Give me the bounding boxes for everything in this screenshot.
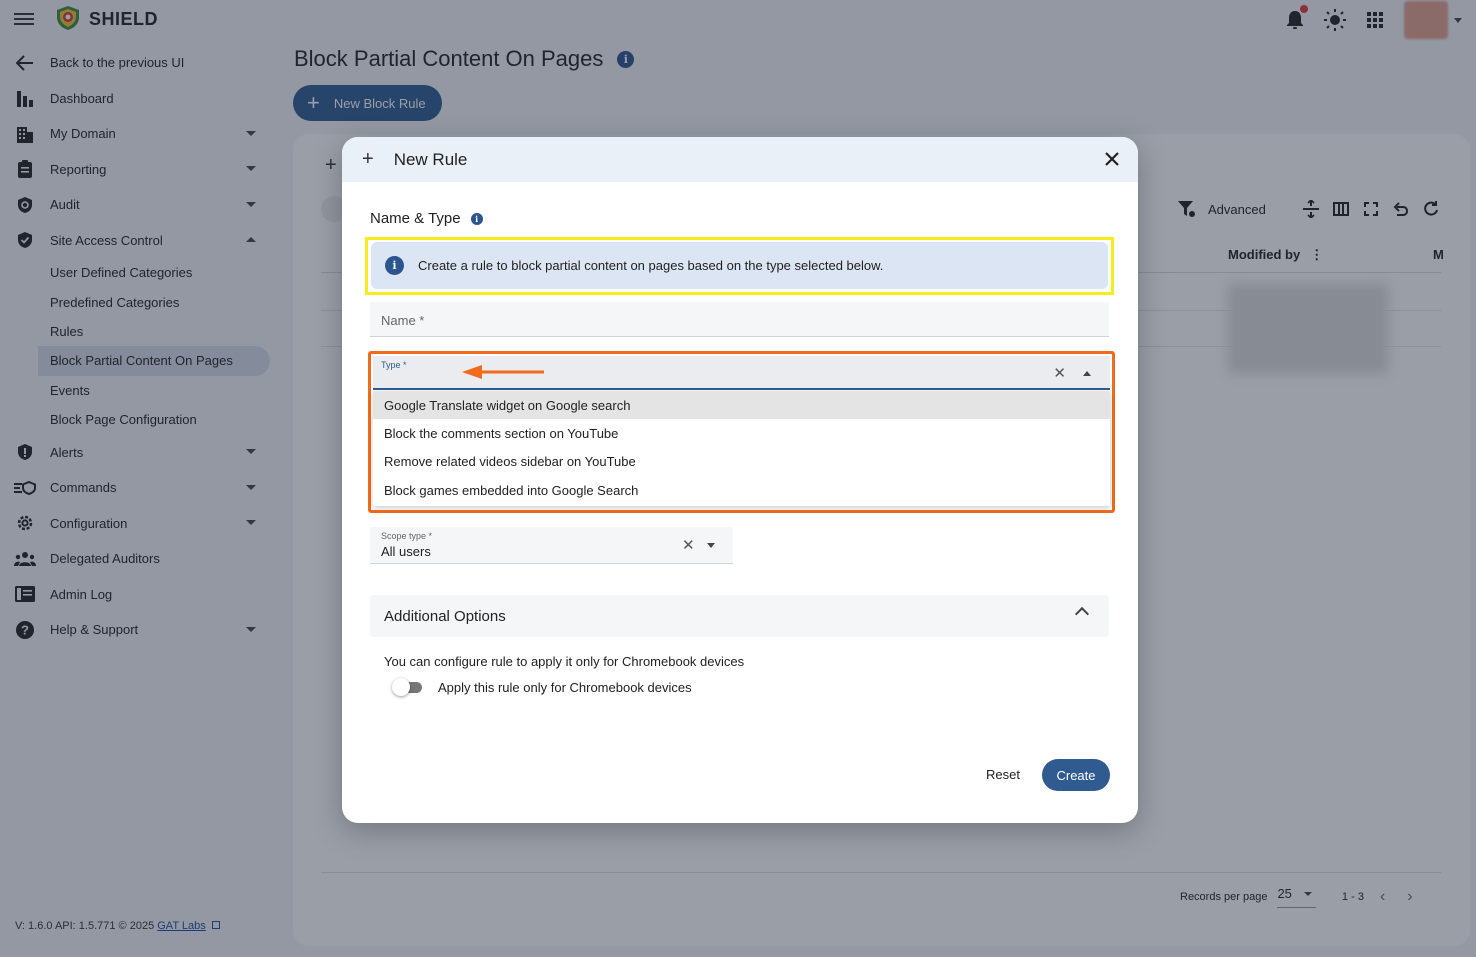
info-icon: i: [385, 256, 404, 275]
reset-button[interactable]: Reset: [978, 759, 1028, 789]
name-field[interactable]: Name *: [370, 302, 1109, 337]
annotation-arrow-icon: [462, 365, 544, 379]
dialog-header: + New Rule: [342, 137, 1138, 182]
name-field-label: Name *: [381, 313, 425, 328]
chevron-up-icon[interactable]: [1074, 606, 1090, 622]
type-field-label: Type *: [381, 360, 407, 370]
scope-type-select[interactable]: Scope type * All users ✕: [370, 527, 733, 564]
type-dropdown-menu: Google Translate widget on Google search…: [373, 391, 1110, 506]
type-option[interactable]: Block games embedded into Google Search: [373, 476, 1110, 504]
chromebook-toggle-label: Apply this rule only for Chromebook devi…: [438, 679, 692, 695]
clear-icon[interactable]: ✕: [682, 536, 695, 554]
chromebook-toggle-row: Apply this rule only for Chromebook devi…: [392, 678, 692, 696]
close-icon[interactable]: [1102, 149, 1122, 169]
additional-options-title: Additional Options: [384, 607, 506, 625]
caret-up-icon[interactable]: [1083, 371, 1091, 376]
additional-options-panel[interactable]: Additional Options: [370, 595, 1109, 637]
section-title: Name & Type i: [370, 210, 483, 227]
info-banner: i Create a rule to block partial content…: [371, 242, 1108, 289]
clear-icon[interactable]: ✕: [1053, 364, 1066, 382]
info-banner-text: Create a rule to block partial content o…: [418, 258, 884, 273]
type-option[interactable]: Block the comments section on YouTube: [373, 419, 1110, 447]
new-rule-dialog: + New Rule Name & Type i i Create a rule…: [342, 137, 1138, 823]
info-icon[interactable]: i: [470, 212, 483, 225]
additional-options-description: You can configure rule to apply it only …: [384, 654, 745, 669]
plus-icon: +: [362, 148, 374, 170]
section-title-text: Name & Type: [370, 210, 461, 227]
dialog-title: New Rule: [393, 149, 468, 169]
chromebook-toggle[interactable]: [392, 678, 422, 696]
scope-type-label: Scope type *: [381, 531, 433, 541]
type-option[interactable]: Remove related videos sidebar on YouTube: [373, 448, 1110, 476]
scope-type-value: All users: [381, 544, 431, 559]
toggle-knob: [392, 678, 410, 696]
caret-down-icon[interactable]: [707, 543, 715, 548]
create-button[interactable]: Create: [1042, 759, 1110, 791]
type-option[interactable]: Google Translate widget on Google search: [373, 391, 1110, 420]
